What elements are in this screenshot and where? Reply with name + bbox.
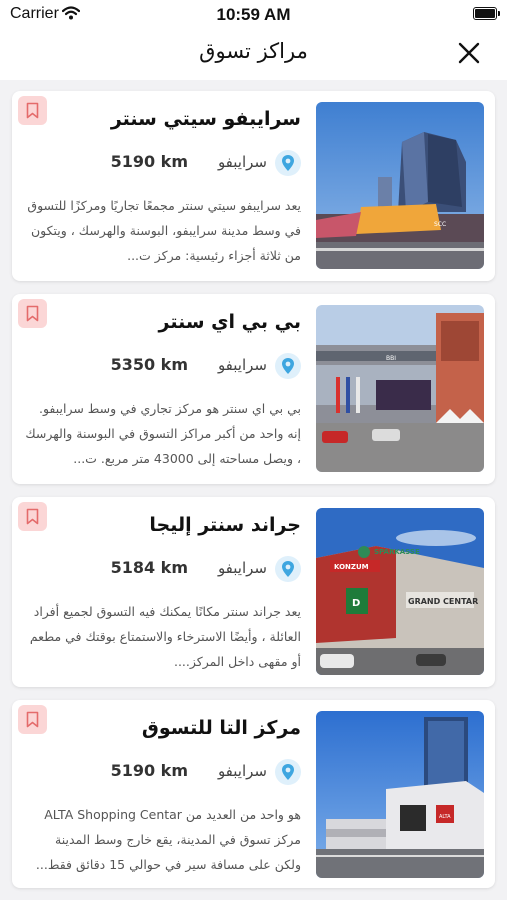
location-pin-icon	[275, 556, 301, 582]
nav-bar: مراكز تسوق	[0, 30, 507, 80]
list-item[interactable]: بي بي اي سنتر سرايبفو 5350 km بي بي اي س…	[12, 294, 495, 484]
list-item[interactable]: جراند سنتر إليجا سرايبفو 5184 km يعد جرا…	[12, 497, 495, 687]
bookmark-icon	[26, 305, 39, 322]
location-pin-icon	[275, 353, 301, 379]
item-description: يعد سرايبفو سيتي سنتر مجمعًا تجاريًا ومر…	[27, 198, 301, 263]
mall-photo: ALTA	[316, 711, 484, 878]
close-icon[interactable]	[458, 42, 480, 64]
photo-sign-text: BBI	[386, 355, 396, 362]
city-label: سرايبفو	[217, 356, 267, 374]
item-title: سرايبفو سيتي سنتر	[110, 108, 301, 130]
bookmark-button[interactable]	[18, 299, 47, 328]
battery-icon	[473, 7, 500, 20]
location-row: سرايبفو 5190 km	[51, 757, 301, 787]
item-description: يعد جراند سنتر مكانًا يمكنك فيه التسوق ل…	[29, 604, 301, 669]
photo-sign-text: ALTA	[439, 814, 451, 820]
bookmark-icon	[26, 508, 39, 525]
bookmark-button[interactable]	[18, 502, 47, 531]
distance-label: 5184 km	[110, 558, 188, 577]
status-bar: Carrier 10:59 AM	[0, 0, 507, 30]
bookmark-icon	[26, 711, 39, 728]
photo-sign-text: D	[352, 598, 360, 609]
bookmark-icon	[26, 102, 39, 119]
mall-photo: SCC	[316, 102, 484, 269]
list-item[interactable]: سرايبفو سيتي سنتر سرايبفو 5190 km يعد سر…	[12, 91, 495, 281]
item-title: بي بي اي سنتر	[158, 311, 302, 333]
location-pin-icon	[275, 150, 301, 176]
city-label: سرايبفو	[217, 762, 267, 780]
location-pin-icon	[275, 759, 301, 785]
status-time: 10:59 AM	[216, 5, 291, 24]
item-description: هو واحد من العديد من ALTA Shopping Centa…	[35, 807, 301, 872]
item-title: جراند سنتر إليجا	[149, 514, 301, 536]
photo-sign-text: SPARKASSE	[374, 548, 420, 556]
photo-sign-text: KONZUM	[334, 563, 369, 571]
item-title: مركز التا للتسوق	[141, 717, 301, 739]
city-label: سرايبفو	[217, 153, 267, 171]
location-row: سرايبفو 5350 km	[51, 351, 301, 381]
location-row: سرايبفو 5190 km	[51, 148, 301, 178]
distance-label: 5190 km	[110, 152, 188, 171]
bookmark-button[interactable]	[18, 705, 47, 734]
distance-label: 5190 km	[110, 761, 188, 780]
city-label: سرايبفو	[217, 559, 267, 577]
photo-sign-text: SCC	[434, 221, 446, 228]
photo-sign-text: GRAND CENTAR	[408, 597, 478, 606]
distance-label: 5350 km	[110, 355, 188, 374]
mall-photo: SPARKASSE KONZUM D GRAND CENTAR	[316, 508, 484, 675]
item-description: بي بي اي سنتر هو مركز تجاري في وسط سرايب…	[25, 401, 301, 466]
location-row: سرايبفو 5184 km	[51, 554, 301, 584]
bookmark-button[interactable]	[18, 96, 47, 125]
list-item[interactable]: مركز التا للتسوق سرايبفو 5190 km هو واحد…	[12, 700, 495, 888]
mall-photo: BBI	[316, 305, 484, 472]
page-title: مراكز تسوق	[199, 39, 308, 63]
